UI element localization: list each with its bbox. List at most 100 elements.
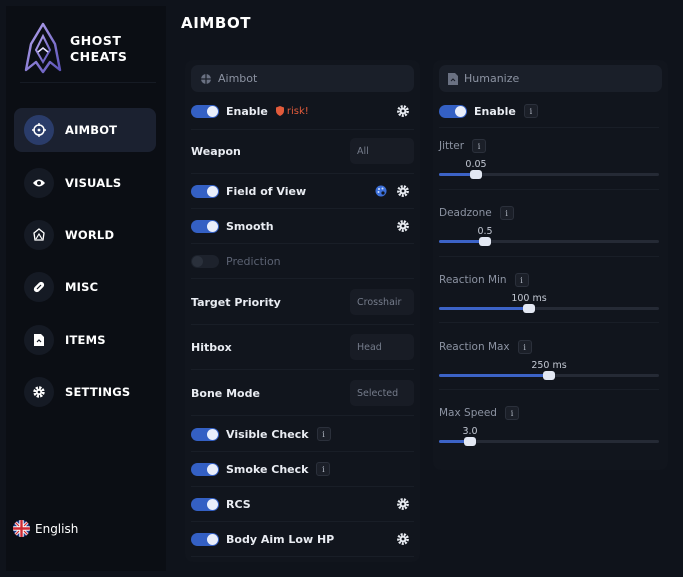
- slider-thumb[interactable]: [464, 437, 476, 446]
- risk-label: risk!: [286, 105, 309, 117]
- gear-icon[interactable]: [396, 497, 410, 511]
- hitbox-select[interactable]: Head: [350, 334, 414, 360]
- weapon-label: Weapon: [191, 144, 241, 158]
- slider-thumb[interactable]: [479, 237, 491, 246]
- hitbox-label: Hitbox: [191, 340, 232, 354]
- row-divider: [191, 278, 414, 279]
- visible-check-toggle[interactable]: [191, 427, 219, 441]
- reaction-max-slider[interactable]: [439, 371, 659, 380]
- language-selector[interactable]: English: [13, 520, 78, 537]
- prediction-label: Prediction: [226, 254, 281, 268]
- prediction-toggle[interactable]: [191, 254, 219, 268]
- jitter-slider[interactable]: [439, 170, 659, 179]
- jitter-value: 0.05: [465, 159, 487, 170]
- jitter-label-row: Jitter i: [439, 139, 487, 153]
- max-speed-slider[interactable]: [439, 437, 659, 446]
- info-icon[interactable]: i: [316, 462, 331, 476]
- info-icon[interactable]: i: [517, 340, 532, 354]
- palette-icon[interactable]: [375, 185, 387, 197]
- gear-icon[interactable]: [396, 219, 410, 233]
- slider-fill: [439, 374, 549, 377]
- row-divider: [191, 415, 414, 416]
- rcs-row: RCS: [191, 496, 414, 512]
- body-aim-toggle[interactable]: [191, 532, 219, 546]
- rcs-label: RCS: [226, 497, 251, 511]
- nav-item-items[interactable]: ITEMS: [14, 318, 156, 362]
- row-divider: [191, 369, 414, 370]
- row-divider: [439, 256, 659, 257]
- smooth-toggle[interactable]: [191, 219, 219, 233]
- row-divider: [191, 486, 414, 487]
- brand-line-1: GHOST: [70, 33, 122, 48]
- sidebar-divider: [20, 82, 156, 83]
- field-of-view-toggle[interactable]: [191, 184, 219, 198]
- smoke-check-row: Smoke Check i: [191, 461, 414, 477]
- row-divider: [191, 208, 414, 209]
- reaction-min-label: Reaction Min: [439, 274, 507, 286]
- row-divider: [191, 521, 414, 522]
- humanize-enable-row: Enable i: [439, 103, 659, 119]
- globe-icon: [24, 220, 54, 250]
- brand-logo: GHOST CHEATS: [24, 18, 154, 80]
- field-of-view-label: Field of View: [226, 184, 307, 198]
- body-aim-label: Body Aim Low HP: [226, 532, 335, 546]
- info-icon[interactable]: i: [504, 406, 519, 420]
- gear-icon[interactable]: [396, 184, 410, 198]
- humanize-enable-toggle[interactable]: [439, 104, 467, 118]
- row-divider: [191, 556, 414, 557]
- reaction-min-slider[interactable]: [439, 304, 659, 313]
- visible-check-row: Visible Check i: [191, 426, 414, 442]
- gear-icon[interactable]: [396, 104, 410, 118]
- bone-mode-select[interactable]: Selected: [350, 380, 414, 406]
- reaction-min-value: 100 ms: [511, 293, 547, 304]
- language-label: English: [35, 521, 79, 536]
- row-divider: [439, 389, 659, 390]
- reaction-max-label-row: Reaction Max i: [439, 340, 532, 354]
- body-aim-row: Body Aim Low HP: [191, 531, 414, 547]
- enable-toggle[interactable]: [191, 104, 219, 118]
- reaction-max-value: 250 ms: [531, 360, 567, 371]
- row-divider: [439, 322, 659, 323]
- row-divider: [191, 129, 414, 130]
- info-icon[interactable]: i: [523, 104, 538, 118]
- target-priority-select[interactable]: Crosshair: [350, 289, 414, 315]
- slider-thumb[interactable]: [523, 304, 535, 313]
- info-icon[interactable]: i: [316, 427, 331, 441]
- weapon-select[interactable]: All: [350, 138, 414, 164]
- info-icon[interactable]: i: [472, 139, 487, 153]
- field-of-view-row: Field of View: [191, 183, 414, 199]
- slider-fill: [439, 307, 529, 310]
- row-divider: [191, 324, 414, 325]
- file-icon: [24, 325, 54, 355]
- weapon-row: Weapon All: [191, 138, 414, 164]
- smooth-label: Smooth: [226, 219, 274, 233]
- uk-flag-icon: [13, 520, 30, 537]
- deadzone-label: Deadzone: [439, 207, 492, 219]
- crosshair-icon: [201, 73, 211, 84]
- nav-item-settings[interactable]: SETTINGS: [14, 370, 156, 414]
- humanize-enable-label: Enable: [474, 104, 516, 118]
- deadzone-label-row: Deadzone i: [439, 206, 514, 220]
- nav-item-aimbot[interactable]: AIMBOT: [14, 108, 156, 152]
- bone-mode-row: Bone Mode Selected: [191, 380, 414, 406]
- jitter-label: Jitter: [439, 140, 465, 152]
- info-icon[interactable]: i: [499, 206, 514, 220]
- brand-name: GHOST CHEATS: [70, 33, 127, 65]
- nav-item-world[interactable]: WORLD: [14, 213, 156, 257]
- max-speed-label: Max Speed: [439, 407, 497, 419]
- slider-thumb[interactable]: [543, 371, 555, 380]
- gear-icon[interactable]: [396, 532, 410, 546]
- shield-icon: [275, 106, 284, 116]
- nav-item-visuals[interactable]: VISUALS: [14, 161, 156, 205]
- deadzone-slider[interactable]: [439, 237, 659, 246]
- slider-thumb[interactable]: [470, 170, 482, 179]
- smoke-check-toggle[interactable]: [191, 462, 219, 476]
- nav-item-misc[interactable]: MISC: [14, 265, 156, 309]
- row-divider: [191, 243, 414, 244]
- nav-label: ITEMS: [65, 333, 106, 347]
- eye-icon: [24, 168, 54, 198]
- nav-label: SETTINGS: [65, 385, 131, 399]
- info-icon[interactable]: i: [514, 273, 529, 287]
- aimbot-enable-row: Enable risk!: [191, 103, 414, 119]
- rcs-toggle[interactable]: [191, 497, 219, 511]
